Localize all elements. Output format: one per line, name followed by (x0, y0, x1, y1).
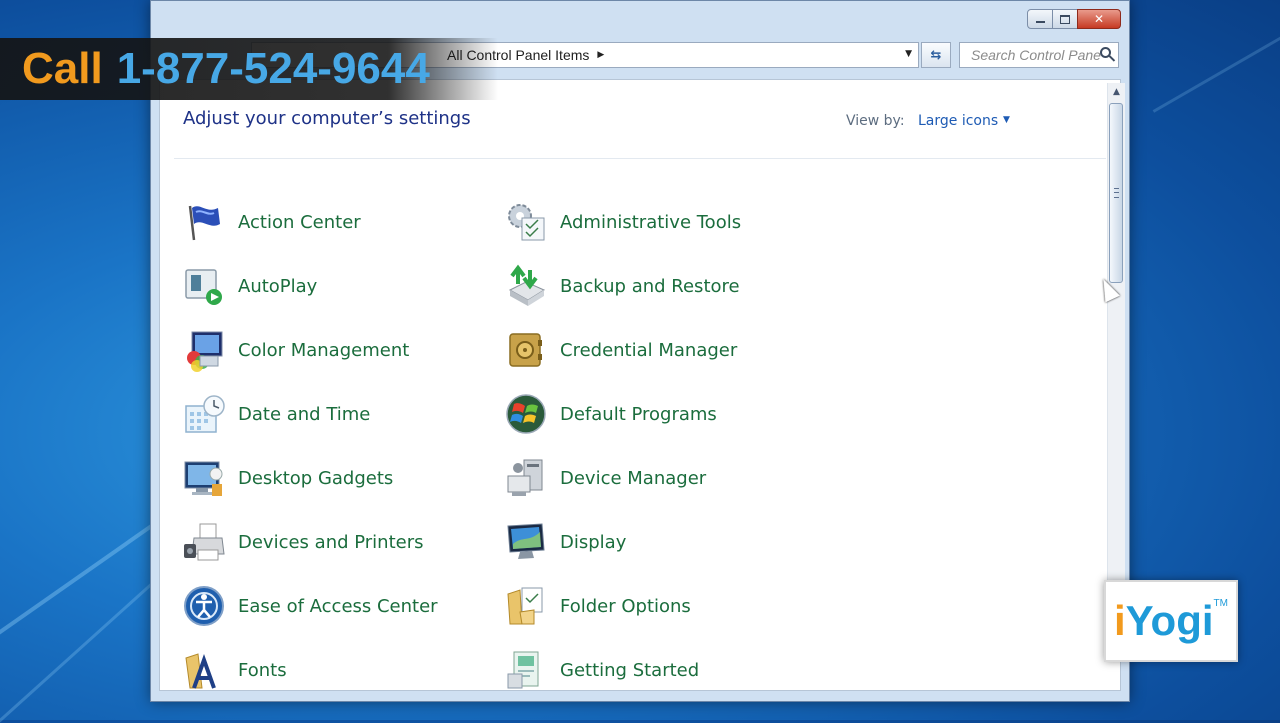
grip-icon (1114, 188, 1119, 198)
control-panel-window: ✕ All Control Panel Items ▶ ▼ ⇆ Adjust y… (150, 0, 1130, 702)
vault-icon (504, 328, 548, 372)
item-display[interactable]: Display (504, 518, 626, 566)
item-devices-and-printers[interactable]: Devices and Printers (182, 518, 424, 566)
view-by-dropdown[interactable]: Large icons (918, 113, 998, 129)
item-label: Device Manager (560, 467, 707, 489)
item-action-center[interactable]: Action Center (182, 198, 361, 246)
device-manager-icon (504, 456, 548, 500)
wallpaper-streak (1152, 10, 1280, 113)
item-label: Devices and Printers (238, 531, 424, 553)
item-credential-manager[interactable]: Credential Manager (504, 326, 737, 374)
logo-i: i (1113, 597, 1126, 644)
search-box[interactable] (959, 42, 1119, 68)
page-title: Adjust your computer’s settings (183, 108, 471, 129)
search-icon[interactable] (1100, 47, 1111, 58)
item-desktop-gadgets[interactable]: Desktop Gadgets (182, 454, 393, 502)
close-button[interactable]: ✕ (1077, 9, 1121, 29)
minimize-button[interactable] (1027, 9, 1053, 29)
color-management-icon (182, 328, 226, 372)
item-label: Getting Started (560, 659, 700, 681)
minimize-icon (1035, 21, 1045, 23)
calendar-clock-icon (182, 392, 226, 436)
banner-call-label: Call (22, 44, 103, 93)
item-label: Administrative Tools (560, 211, 742, 233)
folder-options-icon (504, 584, 548, 628)
view-by-label: View by: (846, 113, 905, 129)
item-label: Backup and Restore (560, 275, 740, 297)
item-label: Action Center (238, 211, 361, 233)
item-label: Desktop Gadgets (238, 467, 394, 489)
getting-started-icon (504, 648, 548, 692)
item-backup-and-restore[interactable]: Backup and Restore (504, 262, 740, 310)
item-label: Folder Options (560, 595, 691, 617)
item-folder-options[interactable]: Folder Options (504, 582, 691, 630)
backup-icon (504, 264, 548, 308)
item-device-manager[interactable]: Device Manager (504, 454, 706, 502)
control-panel-items: Action Center AutoPlay Color Management … (182, 198, 942, 692)
item-color-management[interactable]: Color Management (182, 326, 409, 374)
item-fonts[interactable]: Fonts (182, 646, 287, 692)
breadcrumb-chevron-icon[interactable]: ▶ (597, 50, 604, 60)
fonts-icon (182, 648, 226, 692)
windows-orb-icon (504, 392, 548, 436)
maximize-button[interactable] (1052, 9, 1078, 29)
item-administrative-tools[interactable]: Administrative Tools (504, 198, 741, 246)
item-label: Display (560, 531, 627, 553)
scrollbar-thumb[interactable] (1109, 103, 1123, 283)
content-pane: Adjust your computer’s settings View by:… (159, 79, 1121, 691)
item-label: Default Programs (560, 403, 717, 425)
autoplay-icon (182, 264, 226, 308)
refresh-icon: ⇆ (930, 47, 942, 63)
iyogi-logo: i Yogi TM (1104, 580, 1238, 662)
item-label: AutoPlay (238, 275, 318, 297)
item-label: Date and Time (238, 403, 371, 425)
ease-of-access-icon (182, 584, 226, 628)
scroll-up-icon[interactable]: ▲ (1108, 83, 1125, 100)
close-icon: ✕ (1093, 12, 1105, 26)
item-ease-of-access-center[interactable]: Ease of Access Center (182, 582, 438, 630)
printer-icon (182, 520, 226, 564)
item-label: Color Management (238, 339, 410, 361)
item-label: Fonts (238, 659, 287, 681)
vertical-scrollbar[interactable]: ▲ ▼ (1107, 83, 1125, 613)
address-dropdown-icon[interactable]: ▼ (905, 49, 912, 59)
item-autoplay[interactable]: AutoPlay (182, 262, 317, 310)
maximize-icon (1060, 14, 1070, 24)
item-label: Credential Manager (560, 339, 738, 361)
admin-tools-icon (504, 200, 548, 244)
search-input[interactable] (969, 46, 1103, 64)
display-icon (504, 520, 548, 564)
item-default-programs[interactable]: Default Programs (504, 390, 717, 438)
window-caption-buttons: ✕ (1027, 9, 1121, 29)
view-by-chevron-down-icon[interactable]: ▼ (1003, 115, 1010, 125)
item-getting-started[interactable]: Getting Started (504, 646, 699, 692)
item-date-and-time[interactable]: Date and Time (182, 390, 370, 438)
item-label: Ease of Access Center (238, 595, 438, 617)
header-divider (174, 158, 1106, 159)
refresh-button[interactable]: ⇆ (921, 42, 951, 68)
banner-phone-number: 1-877-524-9644 (116, 44, 430, 93)
support-phone-banner: Call 1-877-524-9644 (0, 38, 498, 100)
gadgets-icon (182, 456, 226, 500)
logo-trademark: TM (1213, 598, 1228, 609)
logo-yogi: Yogi (1125, 597, 1214, 644)
flag-icon (182, 200, 226, 244)
